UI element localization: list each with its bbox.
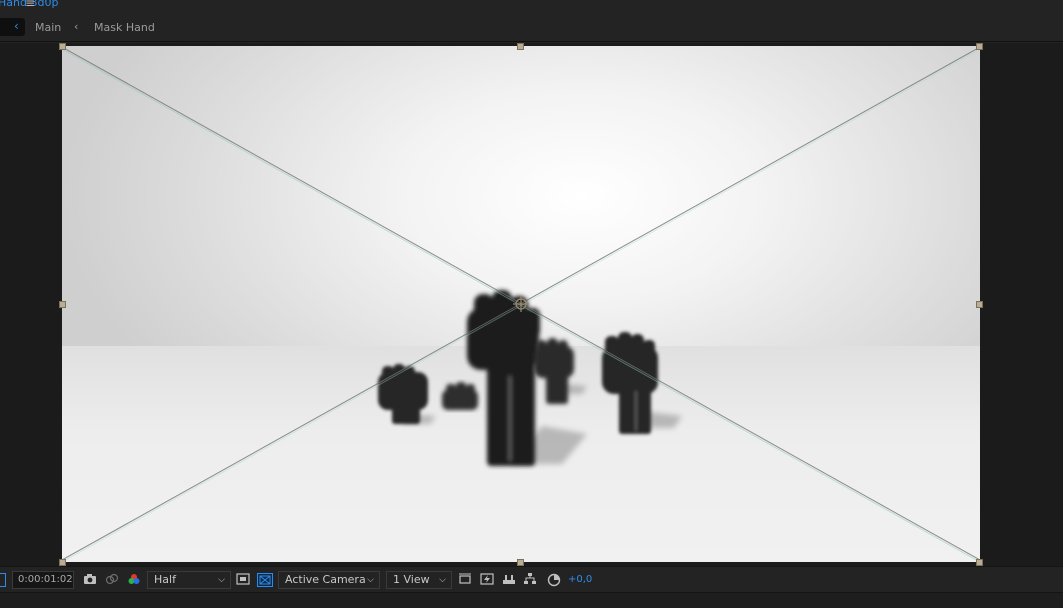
panel-tab-bar: Hand 3d0p ≡ xyxy=(0,0,1063,12)
chevron-down-icon: ⌵ xyxy=(439,575,446,585)
status-strip xyxy=(0,592,1063,608)
fist-far xyxy=(442,382,478,410)
breadcrumb-item-mask-hand[interactable]: Mask Hand xyxy=(94,21,155,34)
flowchart-icon[interactable] xyxy=(522,573,538,587)
color-channels-icon[interactable] xyxy=(126,573,142,587)
viewer-area[interactable] xyxy=(0,43,1063,566)
exposure-value[interactable]: +0,0 xyxy=(568,574,592,585)
chevron-left-icon: ‹ xyxy=(14,19,19,33)
fist-mid-right xyxy=(534,338,574,404)
reset-exposure-icon[interactable] xyxy=(546,573,562,587)
toggle-pixel-aspect-icon[interactable] xyxy=(457,573,473,587)
active-camera-dropdown[interactable]: Active Camera ⌵ xyxy=(278,571,380,589)
frame-handle-top-left[interactable] xyxy=(59,43,66,50)
view-layout-dropdown[interactable]: 1 View ⌵ xyxy=(386,571,452,589)
view-layout-value: 1 View xyxy=(393,573,430,586)
frame-handle-bottom-center[interactable] xyxy=(517,559,524,566)
frame-handle-top-center[interactable] xyxy=(517,43,524,50)
scene-svg xyxy=(62,46,980,562)
show-snapshot-icon[interactable] xyxy=(104,573,120,587)
chevron-down-icon: ⌵ xyxy=(218,575,225,585)
breadcrumb-back-button[interactable]: ‹ xyxy=(0,18,25,36)
viewer-toolbar: 0:00:01:02 Half ⌵ Active Camera ⌵ 1 View… xyxy=(0,566,1063,592)
transparency-grid-icon[interactable] xyxy=(257,573,273,587)
breadcrumb: ‹ Main ‹ Mask Hand xyxy=(0,12,1063,42)
magnification-icon[interactable] xyxy=(0,573,6,587)
chevron-down-icon: ⌵ xyxy=(367,575,374,585)
frame-handle-top-right[interactable] xyxy=(976,43,983,50)
camera-icon[interactable] xyxy=(82,573,98,587)
hamburger-menu-icon[interactable]: ≡ xyxy=(25,0,35,10)
breadcrumb-item-main[interactable]: Main xyxy=(35,21,61,34)
frame-handle-bottom-left[interactable] xyxy=(59,559,66,566)
frame-handle-middle-left[interactable] xyxy=(59,301,66,308)
timeline-icon[interactable] xyxy=(501,573,517,587)
current-time-display[interactable]: 0:00:01:02 xyxy=(12,571,74,589)
composition-frame[interactable] xyxy=(62,46,980,562)
composition-viewer-panel: Hand 3d0p ≡ ‹ Main ‹ Mask Hand 0:00:01:0… xyxy=(0,0,1063,608)
breadcrumb-separator: ‹ xyxy=(74,20,79,33)
fast-previews-icon[interactable] xyxy=(479,573,495,587)
fist-right xyxy=(602,332,658,434)
frame-handle-middle-right[interactable] xyxy=(976,301,983,308)
frame-handle-bottom-right[interactable] xyxy=(976,559,983,566)
resolution-value: Half xyxy=(154,573,176,586)
resolution-dropdown[interactable]: Half ⌵ xyxy=(147,571,231,589)
fist-center xyxy=(467,290,540,466)
camera-value: Active Camera xyxy=(285,573,366,586)
region-of-interest-icon[interactable] xyxy=(235,573,251,587)
